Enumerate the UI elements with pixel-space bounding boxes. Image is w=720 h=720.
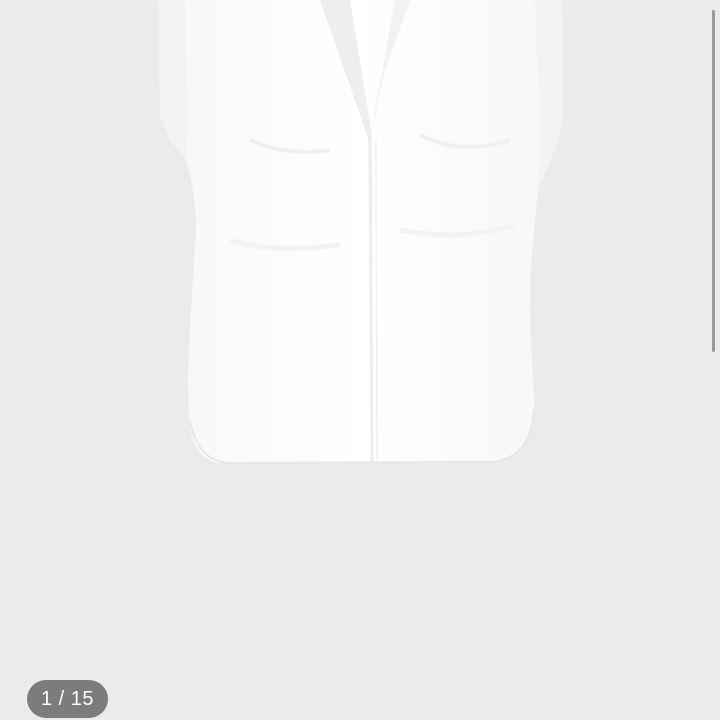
shirt-body: [158, 0, 563, 465]
page-counter-badge: 1 / 15: [27, 680, 108, 718]
scrollbar[interactable]: [712, 10, 715, 352]
product-image[interactable]: [0, 0, 720, 720]
image-gallery-viewer[interactable]: 1 / 15: [0, 0, 720, 720]
